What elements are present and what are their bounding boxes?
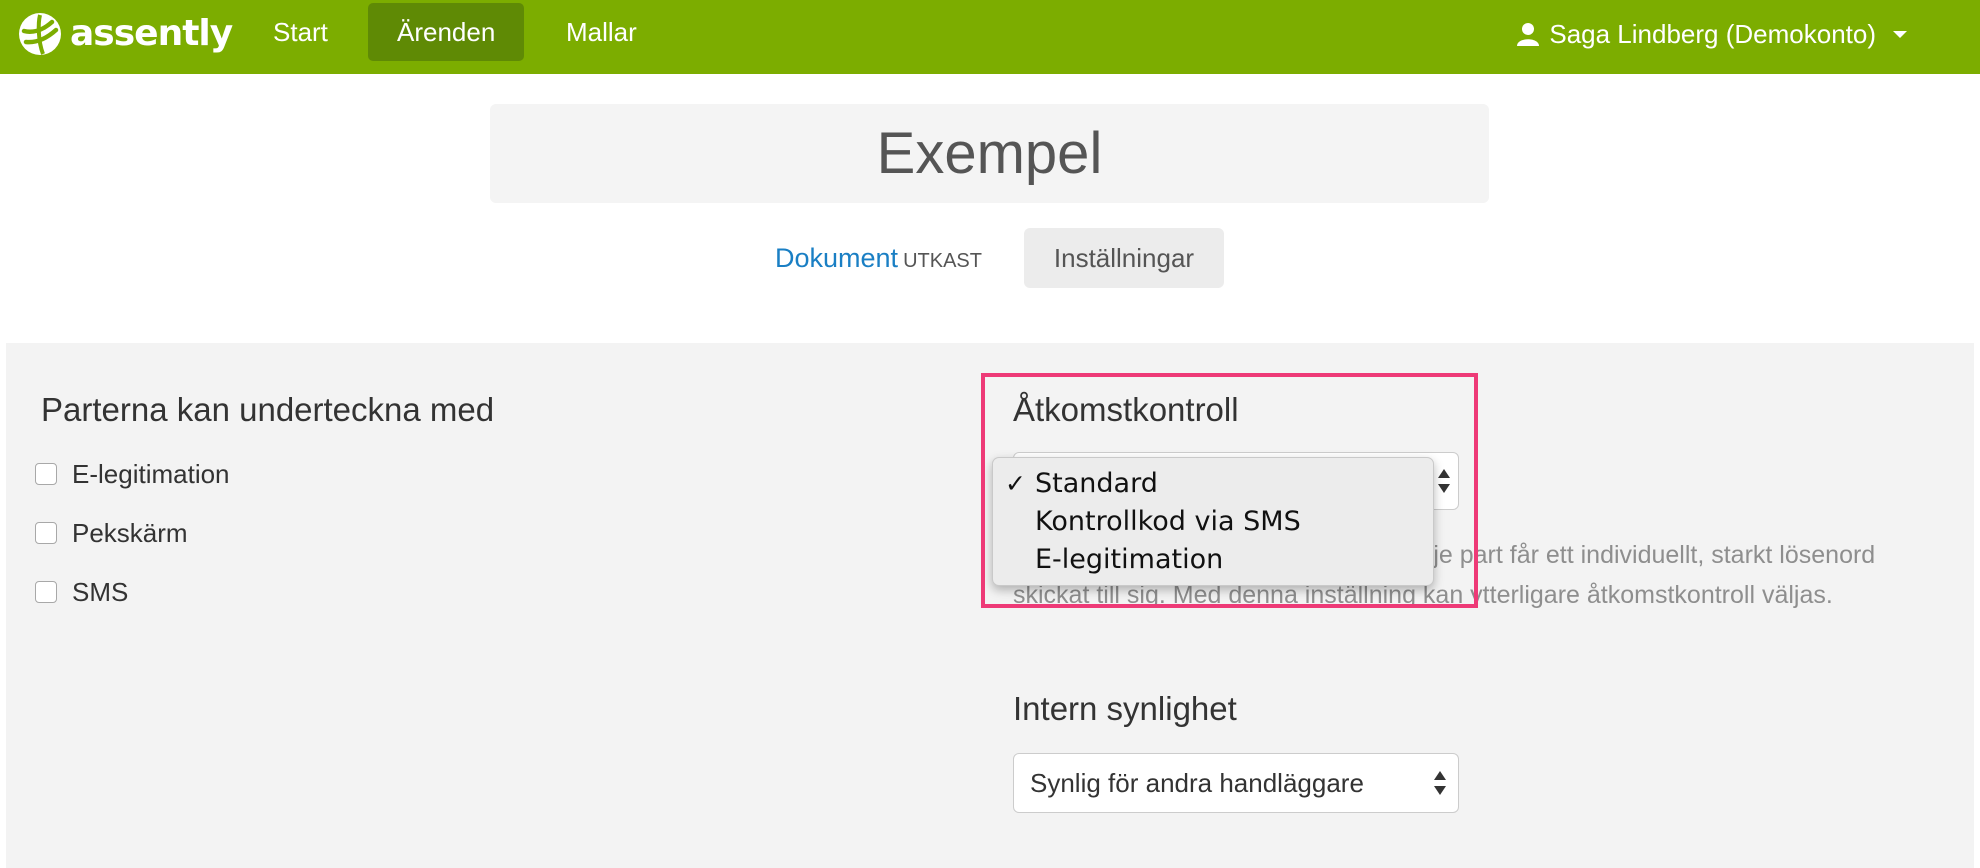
dropdown-option-kontrollkod-sms[interactable]: Kontrollkod via SMS xyxy=(993,503,1433,541)
dropdown-option-standard[interactable]: ✓ Standard xyxy=(993,465,1433,503)
caret-down-icon xyxy=(1893,30,1907,38)
checkbox-label: SMS xyxy=(72,576,129,607)
checkbox-sms[interactable] xyxy=(35,581,57,603)
dropdown-option-e-legitimation[interactable]: E-legitimation xyxy=(993,541,1433,579)
signing-option-e-legitimation[interactable]: E-legitimation xyxy=(35,459,230,489)
nav-item-start[interactable]: Start xyxy=(244,3,357,61)
user-menu[interactable]: Saga Lindberg (Demokonto) xyxy=(1516,0,1907,68)
signing-option-pekskarm[interactable]: Pekskärm xyxy=(35,518,188,548)
checkmark-icon: ✓ xyxy=(1005,469,1026,498)
checkbox-e-legitimation[interactable] xyxy=(35,463,57,485)
nav-item-arenden[interactable]: Ärenden xyxy=(368,3,525,61)
checkbox-label: E-legitimation xyxy=(72,458,230,489)
case-tabs: Dokument UTKAST Inställningar xyxy=(0,228,1980,288)
signing-methods-heading: Parterna kan underteckna med xyxy=(41,391,495,428)
status-badge: UTKAST xyxy=(903,250,982,272)
user-icon xyxy=(1517,23,1540,46)
access-control-heading: Åtkomstkontroll xyxy=(1013,391,1239,428)
settings-panel: Parterna kan underteckna med E-legitimat… xyxy=(6,343,1974,868)
signing-option-sms[interactable]: SMS xyxy=(35,577,128,607)
access-control-dropdown: ✓ Standard Kontrollkod via SMS E-legitim… xyxy=(992,457,1434,586)
select-arrows-icon xyxy=(1438,469,1450,495)
user-name: Saga Lindberg (Demokonto) xyxy=(1549,18,1876,49)
tab-document[interactable]: Dokument UTKAST xyxy=(775,228,982,288)
internal-visibility-value: Synlig för andra handläggare xyxy=(1030,768,1364,798)
select-arrows-icon xyxy=(1434,771,1446,797)
tab-settings[interactable]: Inställningar xyxy=(1024,228,1224,288)
nav-item-mallar[interactable]: Mallar xyxy=(537,3,666,61)
internal-visibility-select[interactable]: Synlig för andra handläggare xyxy=(1013,753,1459,813)
assently-logo-icon xyxy=(19,13,61,55)
checkbox-label: Pekskärm xyxy=(72,517,188,548)
top-navbar: assently Start Ärenden Mallar Saga Lindb… xyxy=(0,0,1980,74)
page-title[interactable]: Exempel xyxy=(490,104,1489,203)
logo[interactable]: assently xyxy=(18,9,233,59)
tab-document-label: Dokument xyxy=(775,243,899,273)
logo-text: assently xyxy=(70,13,233,54)
checkbox-pekskarm[interactable] xyxy=(35,522,57,544)
internal-visibility-heading: Intern synlighet xyxy=(1013,690,1237,727)
